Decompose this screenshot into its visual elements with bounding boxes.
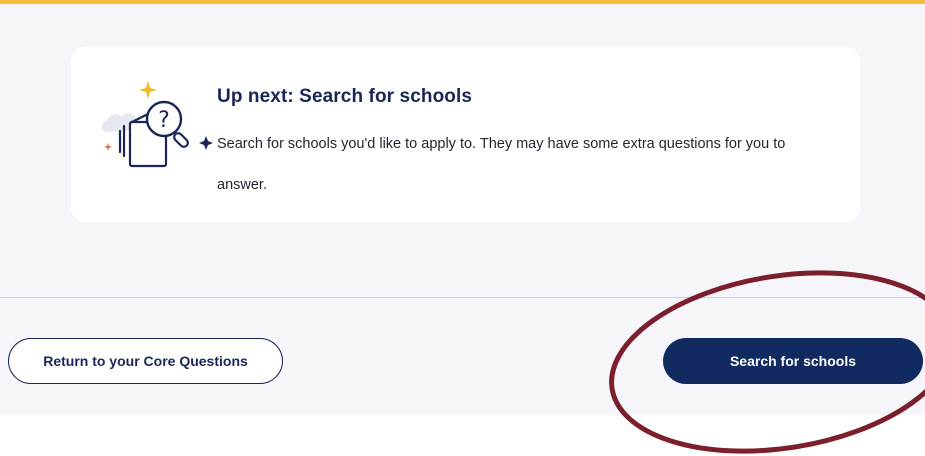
svg-text:?: ? [158,108,170,133]
page: ? Up next: Search for schools Search for… [0,0,925,456]
return-to-core-questions-button[interactable]: Return to your Core Questions [8,338,283,384]
card-description: Search for schools you'd like to apply t… [217,136,786,193]
search-document-icon: ? [98,70,218,180]
footer-divider [0,297,925,298]
header-accent-line [0,0,925,4]
card-title: Up next: Search for schools [217,86,473,107]
search-for-schools-button[interactable]: Search for schools [663,338,923,384]
